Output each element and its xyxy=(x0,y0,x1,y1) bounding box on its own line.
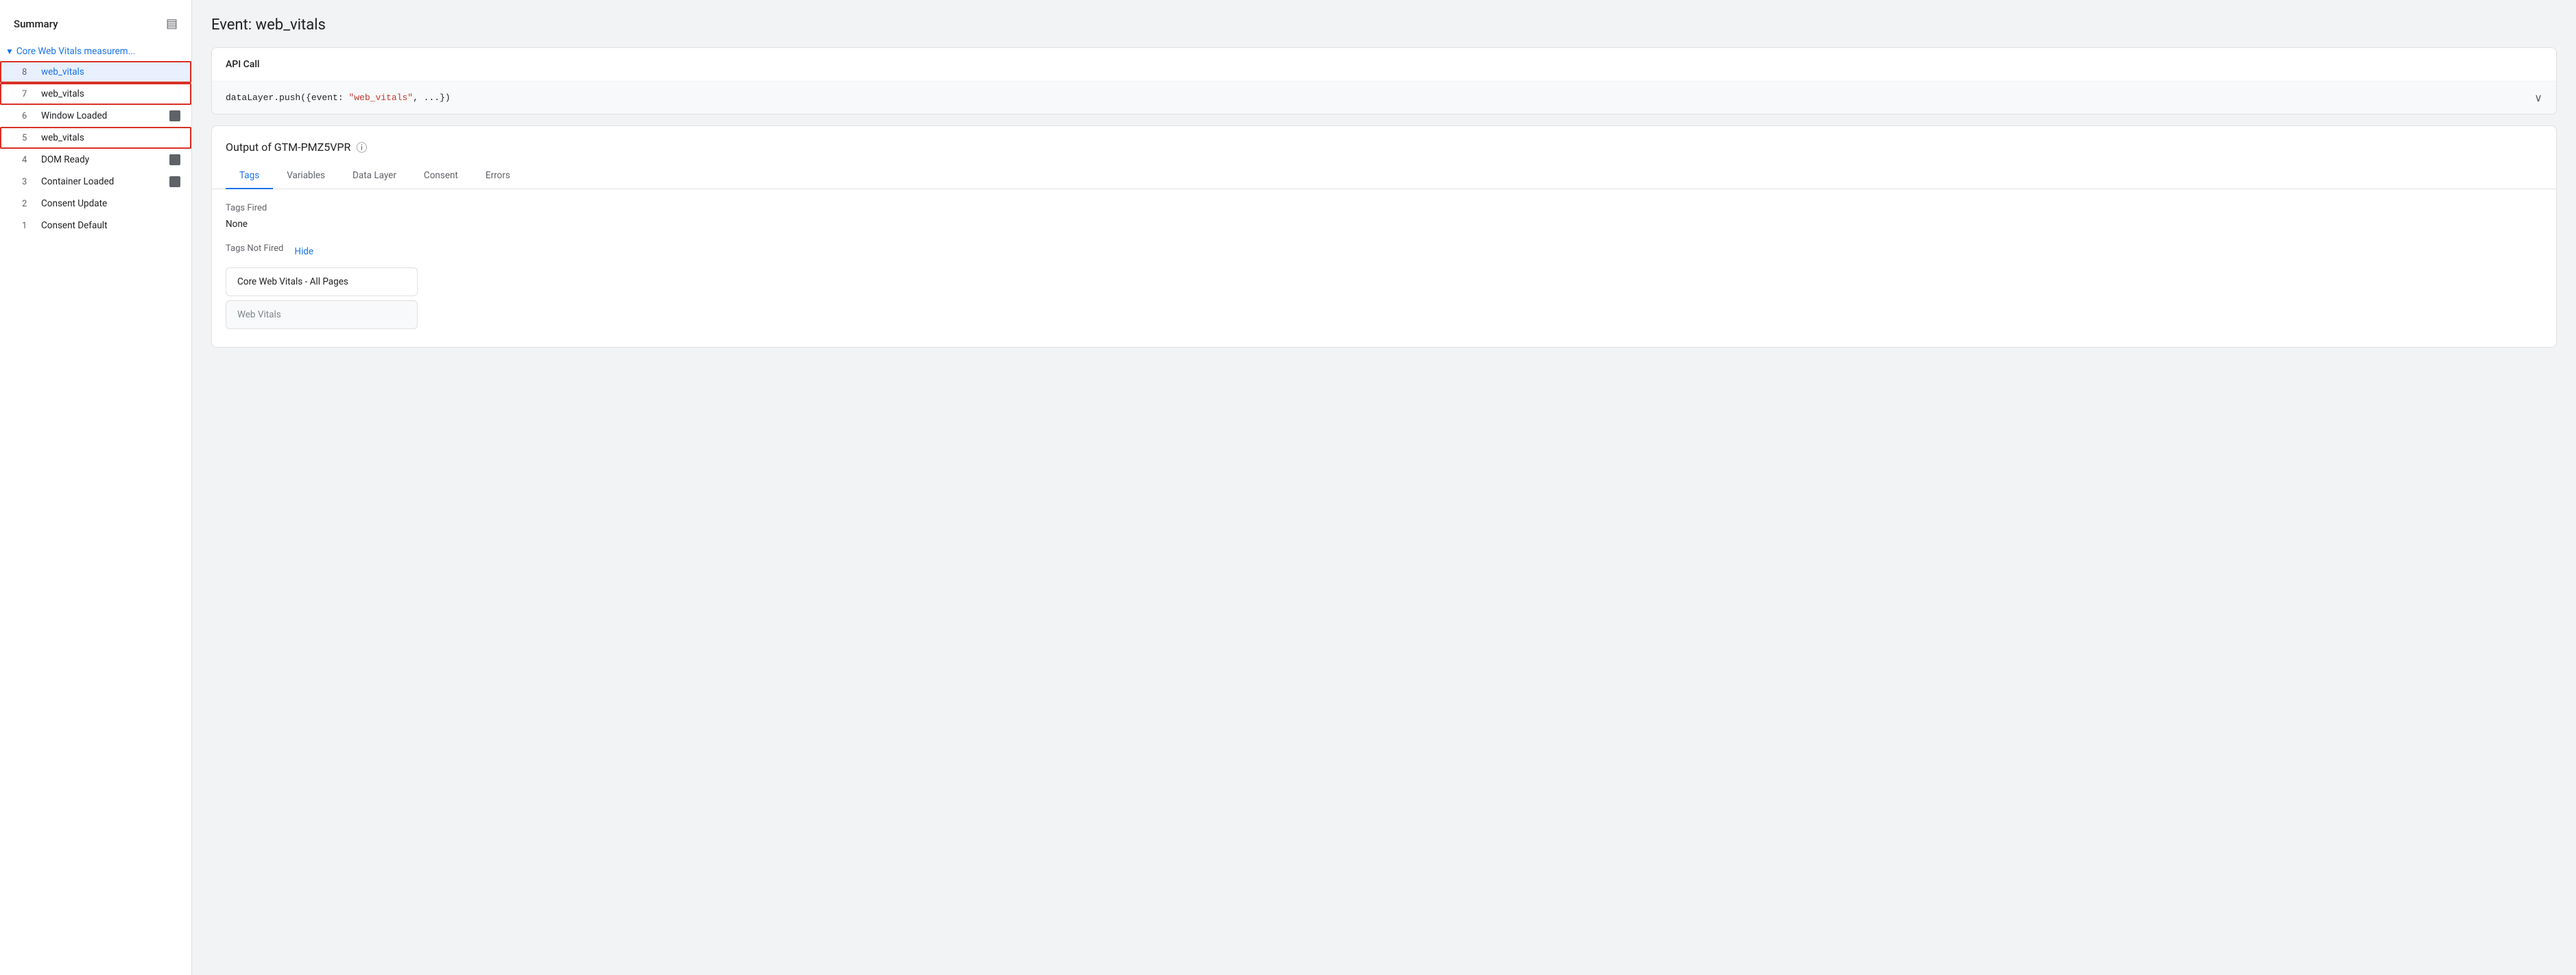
tab-variables[interactable]: Variables xyxy=(273,163,339,189)
tabs-bar: TagsVariablesData LayerConsentErrors xyxy=(212,163,2556,189)
code-prefix: dataLayer.push({event: xyxy=(226,93,348,103)
sidebar-group-label: Core Web Vitals measurem... xyxy=(16,46,135,57)
tags-content: Tags Fired None Tags Not Fired Hide Core… xyxy=(212,189,2556,347)
not-fired-tags: Core Web Vitals - All Pages Web Vitals xyxy=(226,267,2542,329)
page-title: Event: web_vitals xyxy=(211,16,2557,34)
event-icon xyxy=(169,176,180,187)
sidebar: Summary ▤ ▼ Core Web Vitals measurem... … xyxy=(0,0,192,975)
tags-not-fired-row: Tags Not Fired Hide xyxy=(226,243,2542,259)
api-call-code: dataLayer.push({event: "web_vitals", ...… xyxy=(226,93,451,103)
sidebar-header: Summary ▤ xyxy=(0,11,191,42)
item-label: DOM Ready xyxy=(41,154,165,165)
api-call-body: dataLayer.push({event: "web_vitals", ...… xyxy=(212,82,2556,114)
main-content: Event: web_vitals API Call dataLayer.pus… xyxy=(192,0,2576,975)
sidebar-item-1[interactable]: 7 web_vitals xyxy=(0,83,191,105)
tab-tags[interactable]: Tags xyxy=(226,163,273,189)
item-num: 8 xyxy=(22,67,36,77)
item-label: Container Loaded xyxy=(41,176,165,187)
sidebar-items: 8 web_vitals 7 web_vitals 6 Window Loade… xyxy=(0,61,191,237)
item-num: 4 xyxy=(22,155,36,165)
code-suffix: , ...}) xyxy=(413,93,451,103)
output-title-text: Output of GTM-PMZ5VPR xyxy=(226,141,350,154)
output-title: Output of GTM-PMZ5VPR ⓘ xyxy=(226,139,2542,155)
item-num: 7 xyxy=(22,89,36,99)
sidebar-item-4[interactable]: 4 DOM Ready xyxy=(0,149,191,171)
item-num: 5 xyxy=(22,133,36,143)
item-num: 6 xyxy=(22,111,36,121)
sidebar-item-0[interactable]: 8 web_vitals xyxy=(0,61,191,83)
code-string: "web_vitals" xyxy=(348,93,413,103)
api-call-label: API Call xyxy=(212,48,2556,82)
chevron-down-icon: ▼ xyxy=(5,47,14,56)
help-icon[interactable]: ⓘ xyxy=(356,139,367,155)
sidebar-item-5[interactable]: 3 Container Loaded xyxy=(0,171,191,193)
item-label: web_vitals xyxy=(41,132,180,143)
tab-errors[interactable]: Errors xyxy=(472,163,524,189)
event-icon xyxy=(169,110,180,121)
sidebar-item-3[interactable]: 5 web_vitals xyxy=(0,127,191,149)
tags-not-fired-label: Tags Not Fired xyxy=(226,243,283,254)
sidebar-item-6[interactable]: 2 Consent Update xyxy=(0,193,191,215)
item-num: 3 xyxy=(22,177,36,187)
item-label: Consent Update xyxy=(41,198,180,209)
item-num: 1 xyxy=(22,221,36,231)
filter-icon[interactable]: ▤ xyxy=(166,16,178,31)
item-label: Consent Default xyxy=(41,220,180,231)
tab-data-layer[interactable]: Data Layer xyxy=(339,163,410,189)
item-label: web_vitals xyxy=(41,67,180,77)
item-num: 2 xyxy=(22,199,36,209)
sidebar-title: Summary xyxy=(14,18,58,30)
tags-fired-none: None xyxy=(226,219,2542,230)
hide-link[interactable]: Hide xyxy=(294,246,313,257)
output-header: Output of GTM-PMZ5VPR ⓘ xyxy=(212,126,2556,155)
tab-consent[interactable]: Consent xyxy=(410,163,472,189)
sidebar-item-2[interactable]: 6 Window Loaded xyxy=(0,105,191,127)
expand-icon[interactable]: ∨ xyxy=(2534,91,2542,104)
event-icon xyxy=(169,154,180,165)
not-fired-tag-1[interactable]: Web Vitals xyxy=(226,300,418,329)
not-fired-tag-0[interactable]: Core Web Vitals - All Pages xyxy=(226,267,418,296)
output-card: Output of GTM-PMZ5VPR ⓘ TagsVariablesDat… xyxy=(211,125,2557,348)
api-call-card: API Call dataLayer.push({event: "web_vit… xyxy=(211,47,2557,115)
sidebar-item-7[interactable]: 1 Consent Default xyxy=(0,215,191,237)
item-label: Window Loaded xyxy=(41,110,165,121)
sidebar-group[interactable]: ▼ Core Web Vitals measurem... xyxy=(0,42,191,61)
item-label: web_vitals xyxy=(41,88,180,99)
tags-fired-label: Tags Fired xyxy=(226,203,2542,213)
